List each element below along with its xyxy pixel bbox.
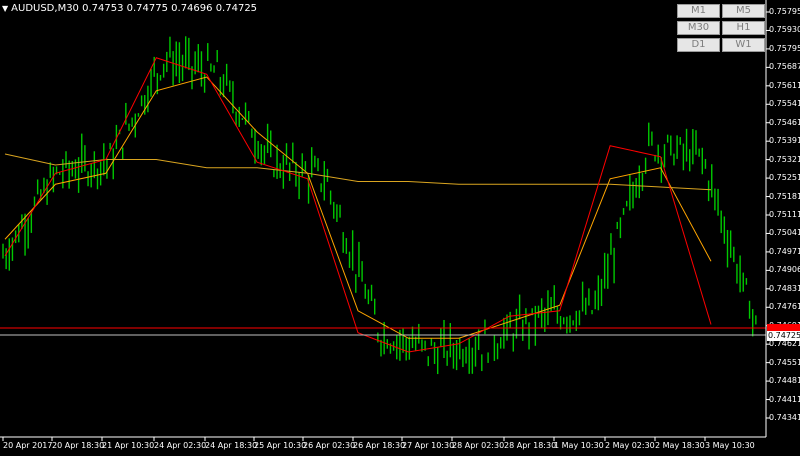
time-axis-label: 20 Apr 18:30	[52, 441, 105, 450]
price-axis-label: 0.75795	[769, 7, 800, 16]
price-axis-label: 0.74761	[769, 302, 800, 312]
time-axis-label: 21 Apr 10:30	[102, 441, 155, 450]
timeframe-m30-button[interactable]: M30	[677, 21, 720, 35]
time-axis-label: 2 May 02:30	[605, 441, 655, 450]
timeframe-panel: M1 M5 M30 H1 D1 W1	[677, 4, 767, 52]
symbol-quote-text: AUDUSD,M30 0.74753 0.74775 0.74696 0.747…	[11, 3, 258, 14]
price-chart[interactable]	[0, 0, 800, 456]
timeframe-m5-button[interactable]: M5	[722, 4, 765, 18]
timeframe-h1-button[interactable]: H1	[722, 21, 765, 35]
price-axis-label: 0.75391	[769, 136, 800, 146]
price-axis-label: 0.74551	[769, 357, 800, 367]
price-axis-label: 0.75930	[769, 25, 800, 35]
time-axis-label: 28 Apr 18:30	[504, 441, 557, 450]
price-axis-label: 0.74971	[769, 246, 800, 256]
time-axis-label: 28 Apr 02:30	[452, 441, 505, 450]
bid-price-tag: 0.74725	[767, 331, 800, 341]
price-axis-label: 0.74481	[769, 376, 800, 386]
timeframe-d1-button[interactable]: D1	[677, 38, 720, 52]
price-axis-label: 0.75111	[769, 210, 800, 219]
price-axis-label: 0.74341	[769, 413, 800, 422]
time-axis-label: 24 Apr 18:30	[205, 441, 258, 450]
price-axis-label: 0.75321	[769, 154, 800, 164]
price-axis-label: 0.75181	[769, 191, 800, 201]
time-axis-label: 26 Apr 02:30	[303, 441, 356, 450]
price-axis-label: 0.74906	[769, 265, 800, 275]
price-axis-label: 0.74411	[769, 394, 800, 404]
time-axis-label: 24 Apr 02:30	[154, 441, 207, 450]
chart-title: ▼ AUDUSD,M30 0.74753 0.74775 0.74696 0.74…	[2, 3, 257, 14]
price-axis-label: 0.75541	[769, 99, 800, 109]
timeframe-w1-button[interactable]: W1	[722, 38, 765, 52]
time-axis-label: 3 May 10:30	[705, 441, 755, 450]
price-axis-label: 0.75041	[769, 228, 800, 238]
price-axis-label: 0.74831	[769, 283, 800, 293]
time-axis-label: 2 May 18:30	[655, 441, 705, 450]
dropdown-triangle-icon[interactable]: ▼	[2, 4, 8, 13]
time-axis-label: 20 Apr 2017	[3, 441, 53, 450]
price-axis-label: 0.75795	[769, 43, 800, 53]
timeframe-m1-button[interactable]: M1	[677, 4, 720, 18]
time-axis-label: 1 May 10:30	[554, 441, 604, 450]
price-axis-label: 0.75687	[769, 62, 800, 72]
price-axis-label: 0.75461	[769, 117, 800, 127]
price-axis-label: 0.75611	[769, 80, 800, 90]
time-axis-label: 25 Apr 10:30	[254, 441, 307, 450]
time-axis-label: 27 Apr 10:30	[402, 441, 455, 450]
time-axis-label: 26 Apr 18:30	[353, 441, 406, 450]
price-axis-label: 0.75251	[769, 173, 800, 183]
